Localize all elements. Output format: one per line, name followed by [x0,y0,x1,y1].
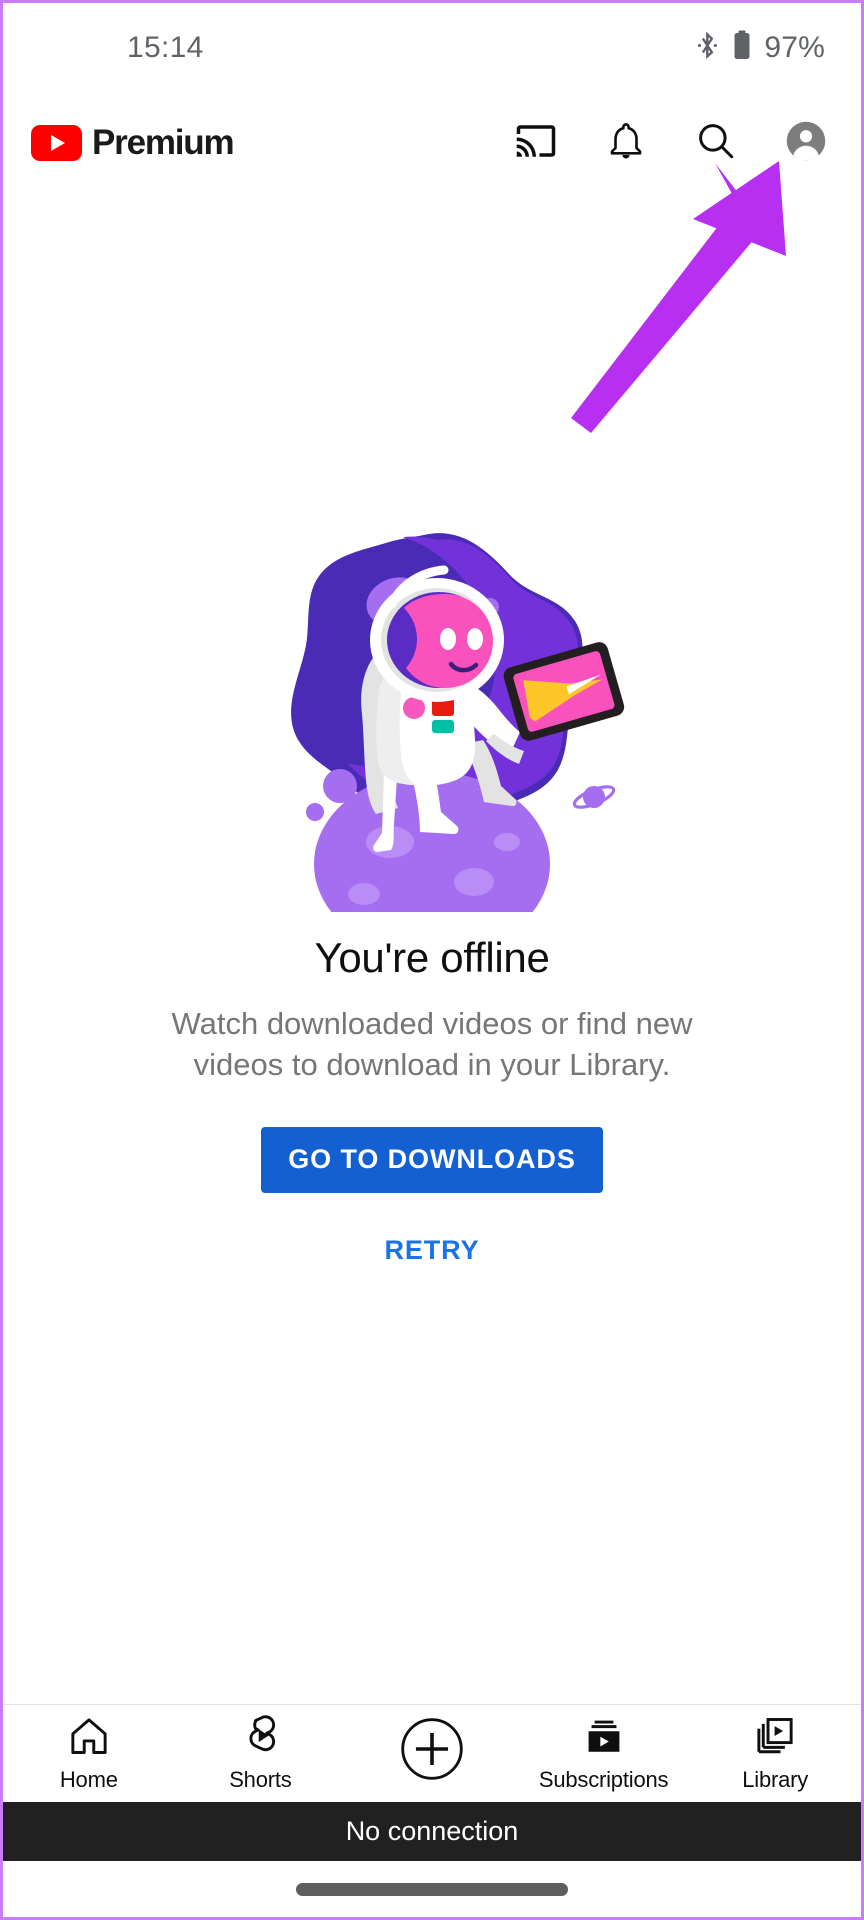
go-to-downloads-button[interactable]: GO TO DOWNLOADS [261,1126,603,1193]
battery-icon [733,30,751,66]
nav-item-create[interactable] [346,1705,518,1802]
youtube-logo-icon [31,125,82,161]
app-bar-actions [515,120,827,167]
status-bar: 15:14 97% [3,3,861,93]
retry-button[interactable]: RETRY [364,1225,499,1276]
toast-message: No connection [345,1816,519,1846]
nav-label-library: Library [742,1767,809,1792]
nav-label-subscriptions: Subscriptions [538,1767,669,1792]
offline-state-panel: You're offline Watch downloaded videos o… [3,193,861,1715]
youtube-premium-logo[interactable]: Premium [31,123,235,163]
astronaut-on-planet-illustration [232,512,632,913]
bottom-navigation-bar: Home Shorts Subscriptions Library [3,1704,861,1802]
account-avatar-icon[interactable] [785,120,827,167]
create-plus-icon [398,1715,466,1788]
shorts-icon [238,1714,282,1763]
nav-label-home: Home [59,1767,118,1792]
nav-item-home[interactable]: Home [3,1705,175,1802]
offline-subtitle: Watch downloaded videos or find new vide… [171,1006,693,1082]
home-icon [67,1714,111,1763]
status-bar-indicators: 97% [695,30,825,66]
brand-word-label: Premium [92,123,235,162]
nav-item-shorts[interactable]: Shorts [175,1705,347,1802]
page-title: You're offline [314,934,550,982]
no-connection-toast: No connection [3,1802,861,1861]
nav-label-shorts: Shorts [229,1767,292,1792]
phone-screen: 15:14 97% Premium You're offline Watch d… [0,0,864,1920]
search-icon[interactable] [695,120,737,167]
bluetooth-icon [695,30,720,66]
subscriptions-icon [582,1714,626,1763]
home-indicator[interactable] [296,1882,568,1896]
status-bar-clock: 15:14 [127,31,204,64]
battery-percent-label: 97% [764,31,825,64]
library-icon [753,1714,797,1763]
nav-item-library[interactable]: Library [689,1705,861,1802]
home-indicator-area [3,1861,861,1917]
nav-item-subscriptions[interactable]: Subscriptions [518,1705,690,1802]
app-bar: Premium [3,93,861,193]
cast-icon[interactable] [515,120,557,167]
notifications-bell-icon[interactable] [605,120,647,167]
